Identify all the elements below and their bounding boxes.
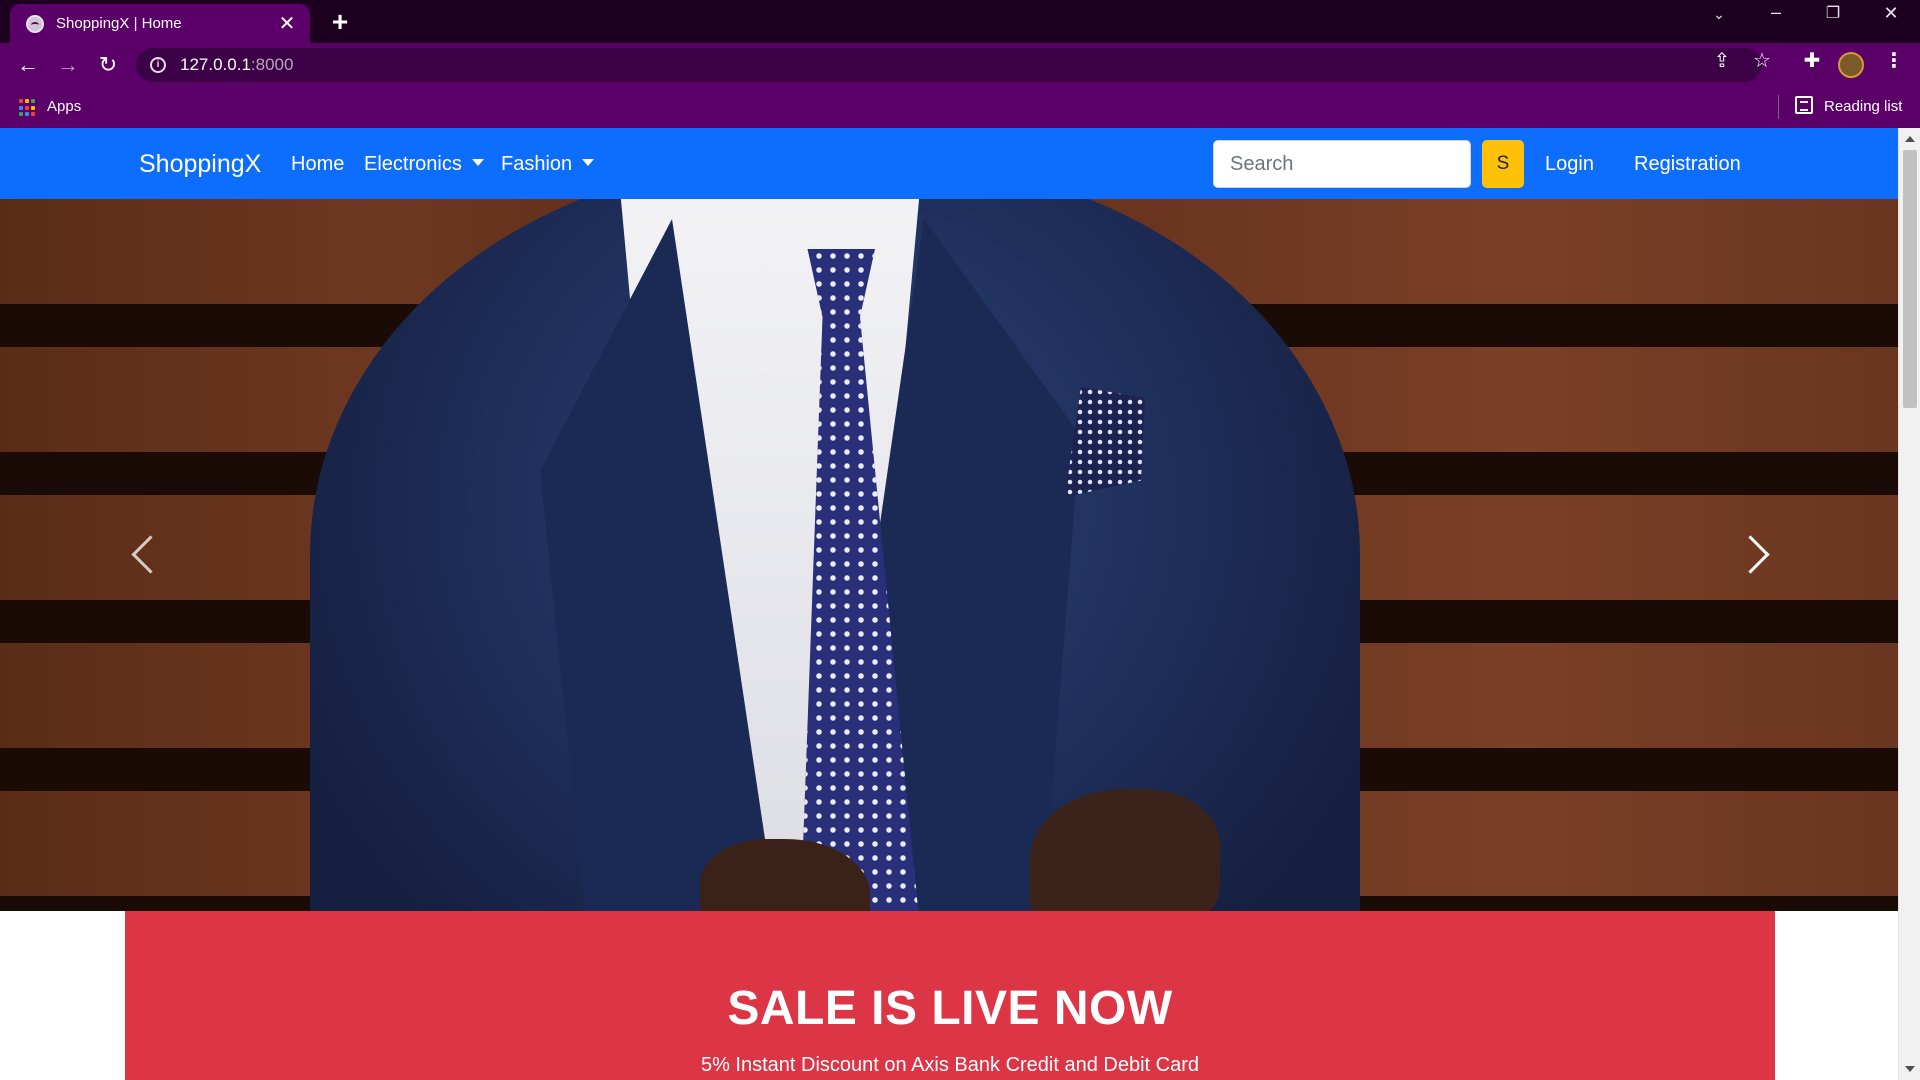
apps-bookmark[interactable]: Apps — [47, 98, 81, 115]
search-input[interactable] — [1213, 140, 1471, 188]
reading-list-icon[interactable] — [1795, 96, 1813, 114]
caret-down-icon — [471, 159, 484, 166]
address-bar[interactable]: i 127.0.0.1:8000 — [136, 48, 1762, 82]
restore-icon[interactable]: ❐ — [1818, 3, 1848, 23]
tab-title: ShoppingX | Home — [56, 15, 182, 32]
apps-grid-icon[interactable] — [19, 99, 37, 117]
page-scrollbar[interactable] — [1898, 128, 1920, 1080]
browser-tab[interactable]: ShoppingX | Home ✕ — [10, 4, 310, 43]
url-port: :8000 — [250, 55, 294, 74]
profile-avatar[interactable] — [1838, 52, 1864, 78]
nav-fashion-dropdown[interactable]: Fashion — [501, 153, 595, 176]
close-tab-icon[interactable]: ✕ — [276, 11, 298, 36]
nav-fashion-label: Fashion — [501, 153, 573, 175]
forward-arrow-icon[interactable]: → — [53, 51, 83, 79]
nav-electronics-label: Electronics — [364, 153, 462, 175]
page-viewport: ShoppingX Home Electronics Fashion S Log… — [0, 128, 1920, 1080]
sale-title: SALE IS LIVE NOW — [727, 982, 1173, 1035]
bookmark-star-icon[interactable]: ☆ — [1748, 48, 1776, 73]
site-info-icon[interactable]: i — [150, 57, 166, 73]
reading-list-button[interactable]: Reading list — [1824, 98, 1902, 115]
sale-banner: SALE IS LIVE NOW 5% Instant Discount on … — [125, 911, 1775, 1080]
extensions-icon[interactable]: ✚ — [1798, 48, 1826, 73]
scroll-down-arrow-icon[interactable] — [1905, 1066, 1915, 1072]
globe-icon — [26, 14, 44, 33]
new-tab-button[interactable]: + — [325, 6, 355, 38]
nav-electronics-dropdown[interactable]: Electronics — [364, 153, 484, 176]
brand-logo-link[interactable]: ShoppingX — [139, 150, 261, 179]
search-button[interactable]: S — [1482, 140, 1524, 188]
share-icon[interactable]: ⇪ — [1708, 48, 1736, 73]
browser-toolbar: ← → ↻ i 127.0.0.1:8000 ⇪ ☆ ✚ ⋮ — [0, 43, 1920, 87]
caret-down-icon — [582, 159, 595, 166]
chevron-left-icon[interactable] — [125, 529, 165, 579]
reload-icon[interactable]: ↻ — [93, 51, 123, 79]
nav-home-link[interactable]: Home — [291, 153, 344, 176]
nav-login-link[interactable]: Login — [1545, 153, 1594, 176]
window-close-icon[interactable]: ✕ — [1876, 3, 1906, 24]
bookmarks-divider — [1778, 95, 1779, 119]
chevron-right-icon[interactable] — [1735, 529, 1775, 579]
bookmarks-bar: Apps Reading list — [0, 87, 1920, 128]
minimize-icon[interactable]: – — [1761, 2, 1791, 23]
sale-subtitle: 5% Instant Discount on Axis Bank Credit … — [700, 1054, 1200, 1076]
tab-search-chevron-icon[interactable]: ⌄ — [1704, 6, 1734, 23]
nav-registration-link[interactable]: Registration — [1634, 153, 1741, 176]
scroll-thumb[interactable] — [1903, 150, 1917, 408]
browser-tabstrip: ShoppingX | Home ✕ + ⌄ – ❐ ✕ — [0, 0, 1920, 43]
scroll-up-arrow-icon[interactable] — [1905, 136, 1915, 142]
more-menu-icon[interactable]: ⋮ — [1880, 48, 1908, 73]
back-arrow-icon[interactable]: ← — [13, 51, 43, 79]
site-navbar: ShoppingX Home Electronics Fashion S Log… — [0, 128, 1898, 199]
hero-carousel — [0, 199, 1898, 911]
url-host: 127.0.0.1 — [180, 55, 251, 74]
